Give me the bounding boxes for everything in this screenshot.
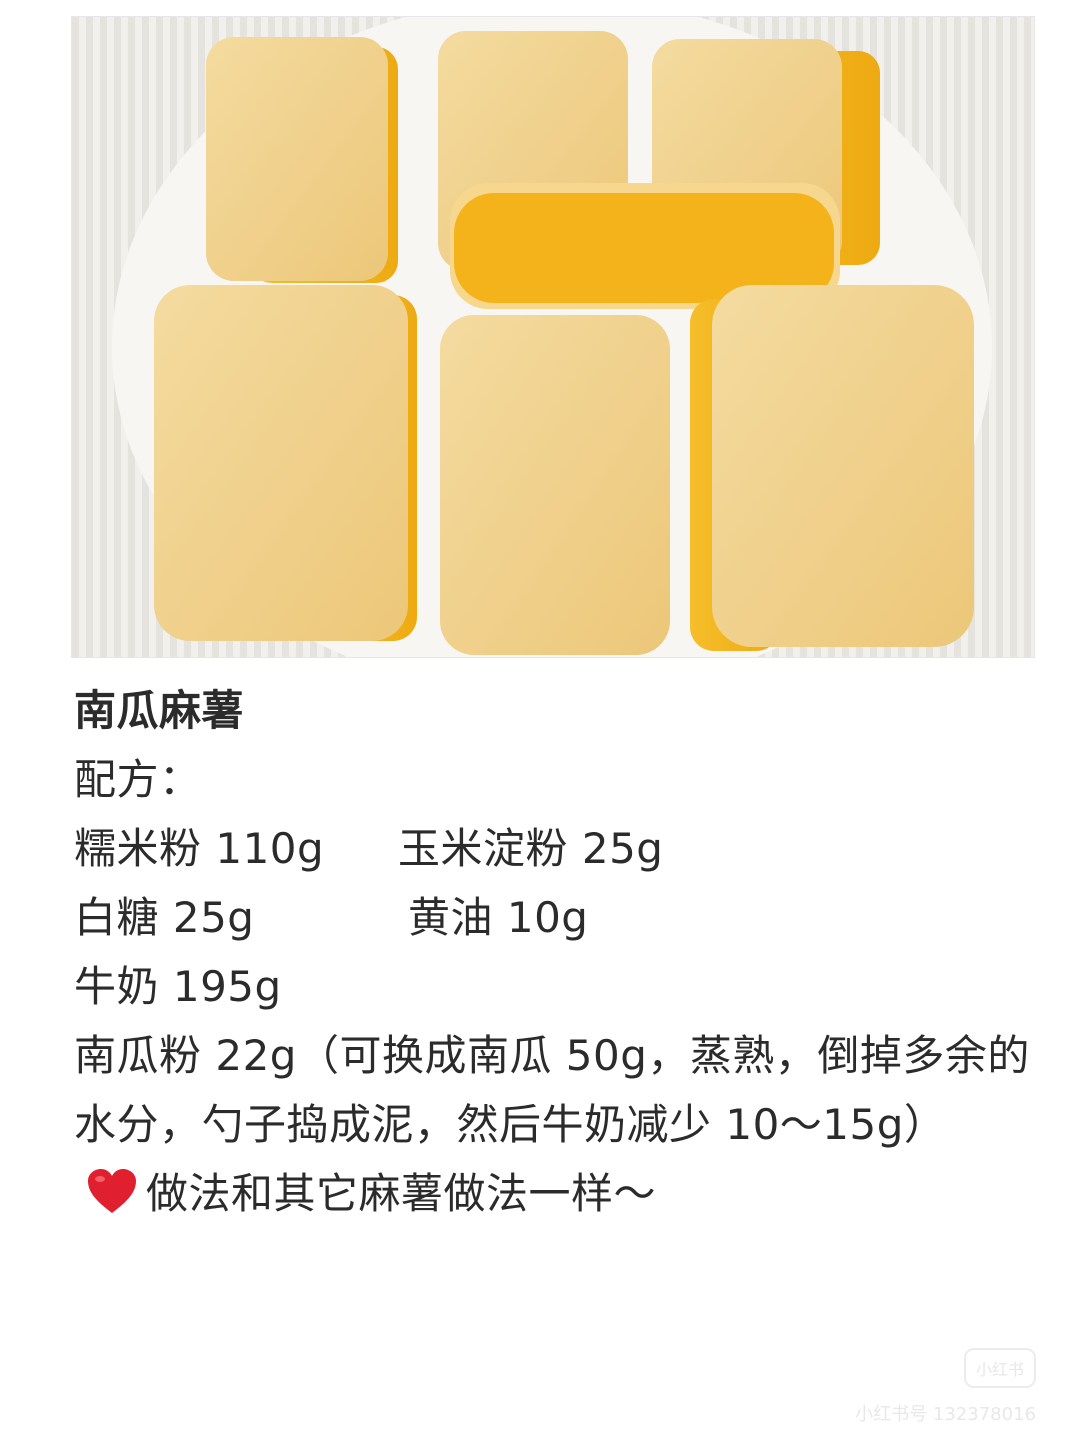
watermark-logo: 小红书 bbox=[963, 1348, 1036, 1388]
mochi-photo bbox=[71, 16, 1035, 658]
ingredient-row-1: 糯米粉 110g 玉米淀粉 25g bbox=[74, 814, 1034, 883]
heart-icon bbox=[88, 1169, 136, 1213]
ingredient-butter: 黄油 10g bbox=[408, 893, 589, 942]
ingredient-glutinous-rice-flour: 糯米粉 110g bbox=[74, 824, 325, 873]
ingredient-milk: 牛奶 195g bbox=[74, 962, 282, 1011]
ingredient-row-2: 白糖 25g 黄油 10g bbox=[74, 883, 1034, 952]
formula-label: 配方： bbox=[74, 755, 202, 804]
recipe-text: 南瓜麻薯 配方： 糯米粉 110g 玉米淀粉 25g 白糖 25g 黄油 10g… bbox=[74, 676, 1034, 1228]
method-text: 做法和其它麻薯做法一样～ bbox=[146, 1169, 657, 1218]
ingredient-corn-starch: 玉米淀粉 25g bbox=[398, 824, 664, 873]
ingredient-pumpkin-powder: 南瓜粉 22g（可换成南瓜 50g，蒸熟，倒掉多余的水分，勺子捣成泥，然后牛奶减… bbox=[74, 1031, 1030, 1149]
watermark-id: 小红书号 132378016 bbox=[855, 1404, 1036, 1425]
recipe-title: 南瓜麻薯 bbox=[74, 686, 245, 735]
method-line: 做法和其它麻薯做法一样～ bbox=[74, 1159, 1034, 1228]
watermark: 小红书 小红书号 132378016 bbox=[855, 1348, 1036, 1426]
ingredient-sugar: 白糖 25g bbox=[74, 893, 255, 942]
